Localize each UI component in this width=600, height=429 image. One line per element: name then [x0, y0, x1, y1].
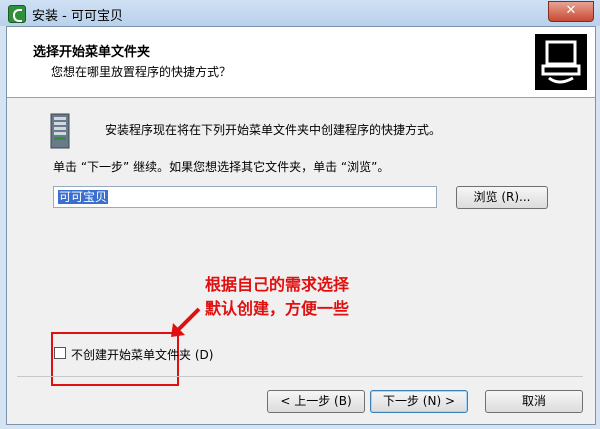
installer-app-icon: [8, 5, 26, 23]
browse-button[interactable]: 浏览 (R)...: [456, 186, 548, 209]
no-start-menu-label[interactable]: 不创建开始菜单文件夹 (D): [71, 346, 213, 363]
computer-install-icon: [535, 34, 587, 90]
page-title: 选择开始菜单文件夹: [33, 45, 151, 60]
folder-name-value: 可可宝贝: [58, 190, 109, 204]
cancel-button[interactable]: 取消: [485, 390, 583, 413]
window-title: 安装 - 可可宝贝: [32, 9, 123, 24]
no-start-menu-checkbox[interactable]: [54, 347, 66, 359]
folder-name-input[interactable]: 可可宝贝: [53, 186, 437, 208]
intro-text: 安装程序现在将在下列开始菜单文件夹中创建程序的快捷方式。: [105, 123, 442, 137]
annotation-text: 根据自己的需求选择 默认创建，方便一些: [205, 273, 349, 321]
title-bar: 安装 - 可可宝贝 ✕: [0, 0, 600, 26]
close-button[interactable]: ✕: [548, 1, 594, 22]
footer-divider: [17, 376, 583, 377]
wizard-header: 选择开始菜单文件夹 您想在哪里放置程序的快捷方式？: [7, 27, 595, 98]
instruction-text: 单击 “下一步” 继续。如果您想选择其它文件夹，单击 “浏览”。: [53, 160, 390, 174]
next-button[interactable]: 下一步 (N) >: [370, 390, 468, 413]
annotation-line-1: 根据自己的需求选择: [205, 275, 350, 294]
page-subtitle: 您想在哪里放置程序的快捷方式？: [51, 65, 232, 79]
start-menu-folder-icon: [50, 113, 70, 149]
back-button[interactable]: < 上一步 (B): [267, 390, 365, 413]
annotation-line-2: 默认创建，方便一些: [205, 299, 350, 318]
installer-dialog: 选择开始菜单文件夹 您想在哪里放置程序的快捷方式？ 安装程序现在将在下列开始菜单…: [6, 26, 596, 425]
